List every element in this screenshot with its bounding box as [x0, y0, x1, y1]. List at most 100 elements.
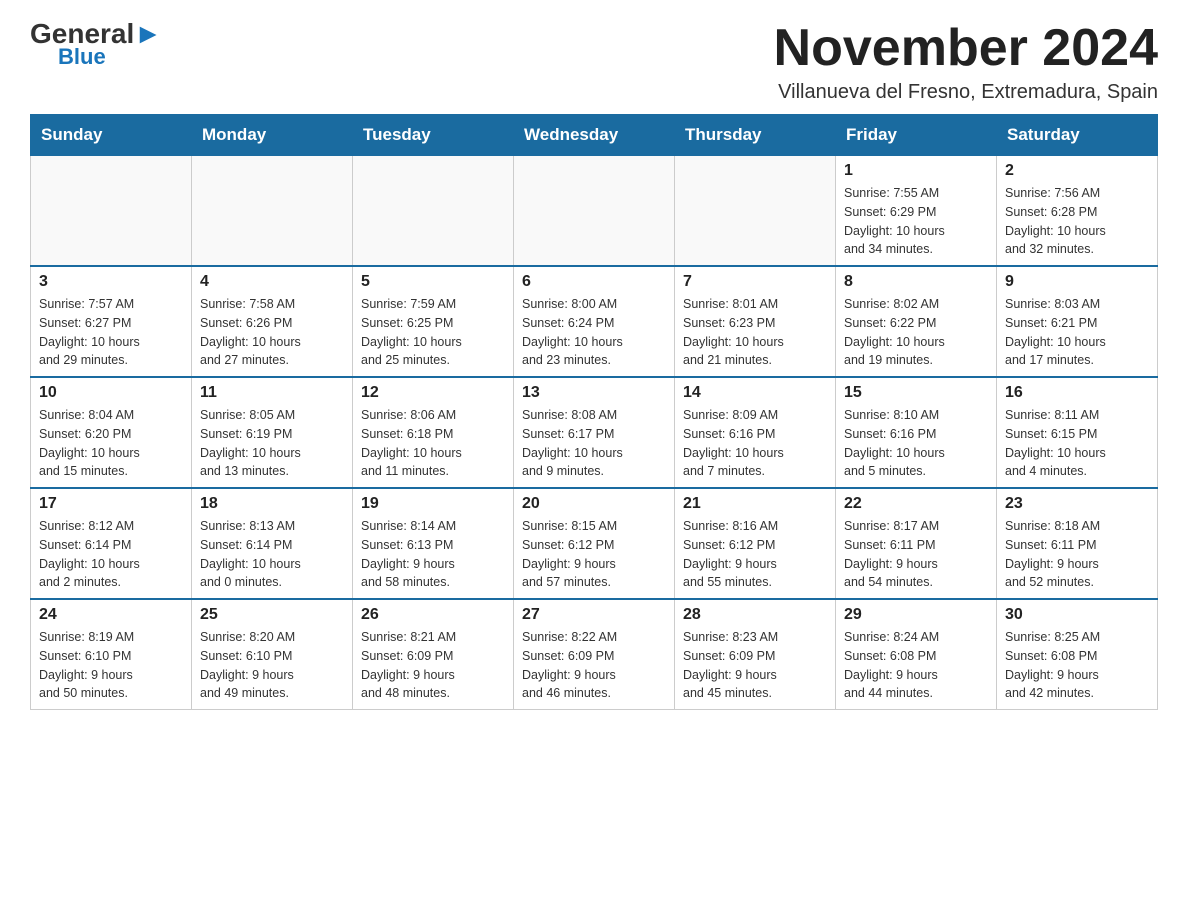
day-number: 5	[361, 273, 505, 291]
day-number: 18	[200, 495, 344, 513]
calendar-cell: 3 Sunrise: 7:57 AM Sunset: 6:27 PM Daylig…	[31, 266, 192, 377]
day-number: 4	[200, 273, 344, 291]
calendar-week-row: 17 Sunrise: 8:12 AM Sunset: 6:14 PM Dayli…	[31, 488, 1158, 599]
calendar-cell: 9 Sunrise: 8:03 AM Sunset: 6:21 PM Daylig…	[997, 266, 1158, 377]
header-friday: Friday	[836, 115, 997, 156]
day-number: 1	[844, 162, 988, 180]
day-number: 14	[683, 384, 827, 402]
location-text: Villanueva del Fresno, Extremadura, Spai…	[774, 81, 1158, 104]
day-number: 8	[844, 273, 988, 291]
calendar-week-row: 1 Sunrise: 7:55 AM Sunset: 6:29 PM Daylig…	[31, 156, 1158, 267]
calendar-cell: 30 Sunrise: 8:25 AM Sunset: 6:08 PM Dayli…	[997, 599, 1158, 710]
calendar-cell: 26Sunrise: 8:21 AM Sunset: 6:09 PM Dayli…	[353, 599, 514, 710]
calendar-cell: 5 Sunrise: 7:59 AM Sunset: 6:25 PM Daylig…	[353, 266, 514, 377]
calendar-cell: 13 Sunrise: 8:08 AM Sunset: 6:17 PM Dayli…	[514, 377, 675, 488]
day-info: Sunrise: 8:05 AM Sunset: 6:19 PM Dayligh…	[200, 406, 344, 481]
day-info: Sunrise: 8:21 AM Sunset: 6:09 PM Dayligh…	[361, 628, 505, 703]
title-section: November 2024 Villanueva del Fresno, Ext…	[774, 20, 1158, 104]
calendar-week-row: 24 Sunrise: 8:19 AM Sunset: 6:10 PM Dayli…	[31, 599, 1158, 710]
day-info: Sunrise: 8:22 AM Sunset: 6:09 PM Dayligh…	[522, 628, 666, 703]
calendar-cell	[675, 156, 836, 267]
day-number: 24	[39, 606, 183, 624]
day-number: 27	[522, 606, 666, 624]
page-header: General► Blue November 2024 Villanueva d…	[30, 20, 1158, 104]
calendar-cell: 14 Sunrise: 8:09 AM Sunset: 6:16 PM Dayli…	[675, 377, 836, 488]
month-title: November 2024	[774, 20, 1158, 77]
day-info: Sunrise: 8:00 AM Sunset: 6:24 PM Dayligh…	[522, 295, 666, 370]
calendar-cell: 28Sunrise: 8:23 AM Sunset: 6:09 PM Dayli…	[675, 599, 836, 710]
calendar-cell: 4 Sunrise: 7:58 AM Sunset: 6:26 PM Daylig…	[192, 266, 353, 377]
calendar-cell	[514, 156, 675, 267]
header-thursday: Thursday	[675, 115, 836, 156]
day-info: Sunrise: 8:01 AM Sunset: 6:23 PM Dayligh…	[683, 295, 827, 370]
calendar-cell: 16 Sunrise: 8:11 AM Sunset: 6:15 PM Dayli…	[997, 377, 1158, 488]
calendar-cell: 23 Sunrise: 8:18 AM Sunset: 6:11 PM Dayli…	[997, 488, 1158, 599]
day-number: 29	[844, 606, 988, 624]
day-number: 15	[844, 384, 988, 402]
logo-triangle-icon: ►	[134, 18, 162, 49]
calendar-header-row: SundayMondayTuesdayWednesdayThursdayFrid…	[31, 115, 1158, 156]
calendar-cell: 18 Sunrise: 8:13 AM Sunset: 6:14 PM Dayli…	[192, 488, 353, 599]
day-info: Sunrise: 8:02 AM Sunset: 6:22 PM Dayligh…	[844, 295, 988, 370]
day-info: Sunrise: 8:11 AM Sunset: 6:15 PM Dayligh…	[1005, 406, 1149, 481]
calendar-cell: 19Sunrise: 8:14 AM Sunset: 6:13 PM Dayli…	[353, 488, 514, 599]
calendar-cell: 10 Sunrise: 8:04 AM Sunset: 6:20 PM Dayli…	[31, 377, 192, 488]
day-info: Sunrise: 8:09 AM Sunset: 6:16 PM Dayligh…	[683, 406, 827, 481]
day-info: Sunrise: 8:18 AM Sunset: 6:11 PM Dayligh…	[1005, 517, 1149, 592]
day-info: Sunrise: 7:55 AM Sunset: 6:29 PM Dayligh…	[844, 184, 988, 259]
header-tuesday: Tuesday	[353, 115, 514, 156]
day-number: 20	[522, 495, 666, 513]
calendar-cell: 17 Sunrise: 8:12 AM Sunset: 6:14 PM Dayli…	[31, 488, 192, 599]
day-number: 10	[39, 384, 183, 402]
day-info: Sunrise: 8:17 AM Sunset: 6:11 PM Dayligh…	[844, 517, 988, 592]
day-number: 23	[1005, 495, 1149, 513]
day-number: 21	[683, 495, 827, 513]
day-info: Sunrise: 8:16 AM Sunset: 6:12 PM Dayligh…	[683, 517, 827, 592]
calendar-cell: 11 Sunrise: 8:05 AM Sunset: 6:19 PM Dayli…	[192, 377, 353, 488]
header-wednesday: Wednesday	[514, 115, 675, 156]
calendar-cell: 1 Sunrise: 7:55 AM Sunset: 6:29 PM Daylig…	[836, 156, 997, 267]
calendar-cell: 24 Sunrise: 8:19 AM Sunset: 6:10 PM Dayli…	[31, 599, 192, 710]
day-info: Sunrise: 8:03 AM Sunset: 6:21 PM Dayligh…	[1005, 295, 1149, 370]
day-number: 11	[200, 384, 344, 402]
day-number: 22	[844, 495, 988, 513]
day-info: Sunrise: 8:08 AM Sunset: 6:17 PM Dayligh…	[522, 406, 666, 481]
day-number: 19	[361, 495, 505, 513]
day-number: 6	[522, 273, 666, 291]
day-info: Sunrise: 7:58 AM Sunset: 6:26 PM Dayligh…	[200, 295, 344, 370]
calendar-cell: 22 Sunrise: 8:17 AM Sunset: 6:11 PM Dayli…	[836, 488, 997, 599]
calendar-cell: 27 Sunrise: 8:22 AM Sunset: 6:09 PM Dayli…	[514, 599, 675, 710]
calendar-cell	[353, 156, 514, 267]
day-info: Sunrise: 7:57 AM Sunset: 6:27 PM Dayligh…	[39, 295, 183, 370]
day-info: Sunrise: 7:59 AM Sunset: 6:25 PM Dayligh…	[361, 295, 505, 370]
day-number: 7	[683, 273, 827, 291]
day-number: 13	[522, 384, 666, 402]
calendar-cell: 8 Sunrise: 8:02 AM Sunset: 6:22 PM Daylig…	[836, 266, 997, 377]
day-number: 9	[1005, 273, 1149, 291]
day-info: Sunrise: 8:10 AM Sunset: 6:16 PM Dayligh…	[844, 406, 988, 481]
day-info: Sunrise: 8:19 AM Sunset: 6:10 PM Dayligh…	[39, 628, 183, 703]
day-number: 2	[1005, 162, 1149, 180]
day-number: 17	[39, 495, 183, 513]
header-sunday: Sunday	[31, 115, 192, 156]
day-info: Sunrise: 8:04 AM Sunset: 6:20 PM Dayligh…	[39, 406, 183, 481]
day-number: 16	[1005, 384, 1149, 402]
day-info: Sunrise: 8:06 AM Sunset: 6:18 PM Dayligh…	[361, 406, 505, 481]
day-info: Sunrise: 8:20 AM Sunset: 6:10 PM Dayligh…	[200, 628, 344, 703]
day-number: 28	[683, 606, 827, 624]
calendar-cell: 21 Sunrise: 8:16 AM Sunset: 6:12 PM Dayli…	[675, 488, 836, 599]
day-number: 3	[39, 273, 183, 291]
calendar-week-row: 3 Sunrise: 7:57 AM Sunset: 6:27 PM Daylig…	[31, 266, 1158, 377]
calendar-cell: 6 Sunrise: 8:00 AM Sunset: 6:24 PM Daylig…	[514, 266, 675, 377]
calendar-cell: 25Sunrise: 8:20 AM Sunset: 6:10 PM Dayli…	[192, 599, 353, 710]
day-info: Sunrise: 8:13 AM Sunset: 6:14 PM Dayligh…	[200, 517, 344, 592]
calendar-week-row: 10 Sunrise: 8:04 AM Sunset: 6:20 PM Dayli…	[31, 377, 1158, 488]
day-info: Sunrise: 7:56 AM Sunset: 6:28 PM Dayligh…	[1005, 184, 1149, 259]
calendar-cell	[192, 156, 353, 267]
day-number: 12	[361, 384, 505, 402]
day-number: 30	[1005, 606, 1149, 624]
calendar-cell: 20Sunrise: 8:15 AM Sunset: 6:12 PM Dayli…	[514, 488, 675, 599]
calendar-cell: 15 Sunrise: 8:10 AM Sunset: 6:16 PM Dayli…	[836, 377, 997, 488]
day-info: Sunrise: 8:25 AM Sunset: 6:08 PM Dayligh…	[1005, 628, 1149, 703]
day-info: Sunrise: 8:12 AM Sunset: 6:14 PM Dayligh…	[39, 517, 183, 592]
